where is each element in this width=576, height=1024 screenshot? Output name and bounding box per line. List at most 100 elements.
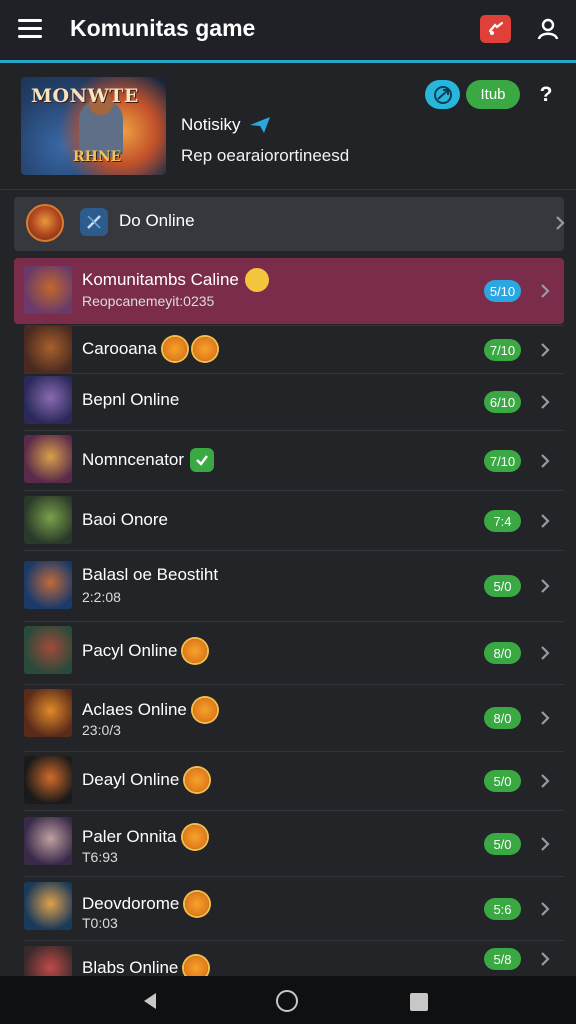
score-badge: 7/10	[484, 339, 521, 361]
chevron-right-icon	[535, 643, 555, 663]
game-thumbnail	[24, 376, 72, 424]
sun-emoji-icon	[182, 825, 207, 849]
row-name-text: Balasl oe Beostiht	[82, 565, 219, 584]
recent-square-icon[interactable]	[410, 993, 428, 1011]
app-title: Komunitas game	[70, 15, 256, 41]
chevron-right-icon	[535, 899, 555, 919]
community-row[interactable]: Carooana 7/10	[14, 325, 564, 374]
row-name: Paler Onnita	[82, 825, 207, 849]
community-row[interactable]: Paler Onnita T6:93 5/0	[14, 810, 564, 876]
row-name-text: Deayl Online	[82, 770, 180, 789]
row-name-text: Paler Onnita	[82, 827, 177, 846]
row-divider	[24, 810, 564, 811]
community-row[interactable]: Deayl Online 5/0	[14, 751, 564, 810]
game-thumbnail	[24, 266, 72, 314]
row-divider	[24, 751, 564, 752]
featured-game-art: MONWTE RHNE	[21, 77, 166, 175]
hero-title: Notisiky	[181, 115, 241, 134]
row-divider	[24, 325, 564, 326]
hero-title-row: Notisiky	[181, 115, 271, 135]
game-thumbnail	[24, 626, 72, 674]
profile-button[interactable]	[534, 15, 562, 43]
sun-emoji-icon	[192, 337, 217, 361]
row-name: Carooana	[82, 337, 217, 361]
featured-community-card[interactable]: MONWTE RHNE Notisiky Rep oearaiorortinee…	[0, 63, 576, 190]
row-divider	[24, 373, 564, 374]
row-name-text: Komunitambs Caline	[82, 270, 239, 289]
help-button[interactable]: ?	[534, 80, 558, 109]
score-badge: 5/10	[484, 280, 521, 302]
row-divider	[24, 876, 564, 877]
chevron-right-icon	[535, 451, 555, 471]
row-name: Deovdorome	[82, 892, 210, 916]
avatar-icon	[26, 204, 64, 242]
score-badge: 8/0	[484, 642, 521, 664]
row-divider	[24, 621, 564, 622]
game-thumbnail	[24, 817, 72, 865]
home-circle-icon[interactable]	[276, 990, 298, 1012]
row-name-text: Carooana	[82, 339, 157, 358]
gamepad-button[interactable]	[480, 15, 511, 43]
row-subtitle: 23:0/3	[82, 722, 121, 738]
sun-emoji-icon	[185, 892, 210, 916]
chevron-right-icon	[535, 708, 555, 728]
check-icon	[190, 448, 215, 472]
community-row[interactable]: Baoi Onore 7:4	[14, 490, 564, 550]
community-row[interactable]: Bepnl Online 6/10	[14, 373, 564, 430]
game-thumbnail	[24, 756, 72, 804]
score-badge: 5/8	[484, 948, 521, 970]
chevron-right-icon	[535, 340, 555, 360]
community-row[interactable]: Deovdorome T0:03 5:6	[14, 876, 564, 940]
row-name-text: Nomncenator	[82, 450, 185, 469]
row-name: Bepnl Online	[82, 390, 179, 410]
system-navbar	[0, 976, 576, 1024]
row-name-text: Deovdorome	[82, 894, 180, 913]
community-row[interactable]: Nomncenator 7/10	[14, 430, 564, 490]
user-icon	[537, 18, 559, 40]
row-subtitle: 2:2:08	[82, 589, 121, 605]
score-badge: 8/0	[484, 707, 521, 729]
share-icon	[433, 85, 452, 104]
chevron-right-icon	[535, 511, 555, 531]
row-name-text: Baoi Onore	[82, 510, 168, 529]
pill-button[interactable]: Itub	[466, 80, 520, 109]
row-name: Aclaes Online	[82, 698, 217, 722]
row-name: Pacyl Online	[82, 639, 208, 663]
community-row[interactable]: Blabs Online 5/8	[14, 940, 564, 994]
row-divider	[24, 684, 564, 685]
row-name: Baoi Onore	[82, 510, 168, 530]
hamburger-menu-icon[interactable]	[18, 19, 42, 39]
row-name-text: Pacyl Online	[82, 641, 178, 660]
row-divider	[24, 550, 564, 551]
score-badge: 6/10	[484, 391, 521, 413]
chevron-right-icon	[535, 281, 555, 301]
online-status-bar[interactable]: Do Online	[14, 197, 565, 251]
hero-subtitle: Rep oearaiorortineesd	[181, 146, 350, 165]
score-badge: 5/0	[484, 833, 521, 855]
score-badge: 5/0	[484, 575, 521, 597]
row-name: Komunitambs Caline	[82, 268, 269, 292]
sun-emoji-icon	[162, 337, 187, 361]
chevron-right-icon	[535, 771, 555, 791]
community-row[interactable]: Aclaes Online 23:0/3 8/0	[14, 684, 564, 751]
row-name: Balasl oe Beostiht	[82, 565, 218, 585]
back-triangle-icon[interactable]	[140, 991, 160, 1011]
game-thumbnail	[24, 882, 72, 930]
chevron-right-icon	[550, 213, 570, 233]
send-icon	[249, 117, 270, 133]
online-bar-label: Do Online	[119, 211, 195, 230]
community-row[interactable]: Balasl oe Beostiht 2:2:08 5/0	[14, 550, 564, 621]
chevron-right-icon	[535, 834, 555, 854]
community-row[interactable]: Pacyl Online 8/0	[14, 621, 564, 684]
row-divider	[24, 430, 564, 431]
share-button[interactable]	[425, 80, 460, 109]
community-row[interactable]: Komunitambs Caline Reopcanemeyit:0235 5/10	[14, 258, 564, 324]
sun-emoji-icon	[192, 698, 217, 722]
row-name-text: Blabs Online	[82, 958, 179, 977]
row-divider	[24, 940, 564, 941]
row-name-text: Aclaes Online	[82, 700, 187, 719]
app-bar: Komunitas game	[0, 0, 576, 60]
smile-emoji-icon	[244, 268, 269, 292]
row-subtitle: Reopcanemeyit:0235	[82, 293, 215, 309]
chevron-right-icon	[535, 392, 555, 412]
